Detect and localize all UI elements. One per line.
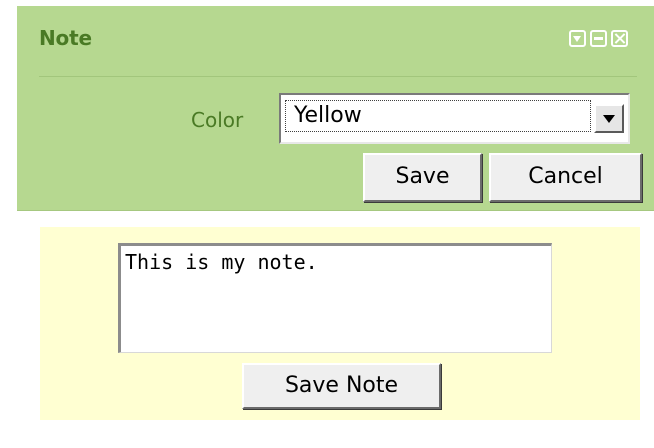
note-textarea[interactable]: This is my note. xyxy=(118,243,552,353)
panel-divider xyxy=(39,76,637,77)
panel-title: Note xyxy=(39,26,92,50)
settings-panel: Note Color Yellow Save Cancel xyxy=(17,6,654,211)
save-note-button[interactable]: Save Note xyxy=(242,363,441,409)
minimize-icon[interactable] xyxy=(590,30,607,47)
note-area: This is my note. Save Note xyxy=(40,227,640,420)
close-icon[interactable] xyxy=(611,30,628,47)
chevron-down-icon[interactable] xyxy=(594,104,624,133)
color-label: Color xyxy=(191,108,244,132)
window-controls xyxy=(569,30,628,47)
note-widget: Note Color Yellow Save Cancel This is my… xyxy=(0,0,654,448)
collapse-icon[interactable] xyxy=(569,30,586,47)
color-select[interactable]: Yellow xyxy=(279,93,630,144)
color-select-value[interactable]: Yellow xyxy=(285,100,591,132)
save-button[interactable]: Save xyxy=(363,153,482,202)
cancel-button[interactable]: Cancel xyxy=(489,153,642,202)
